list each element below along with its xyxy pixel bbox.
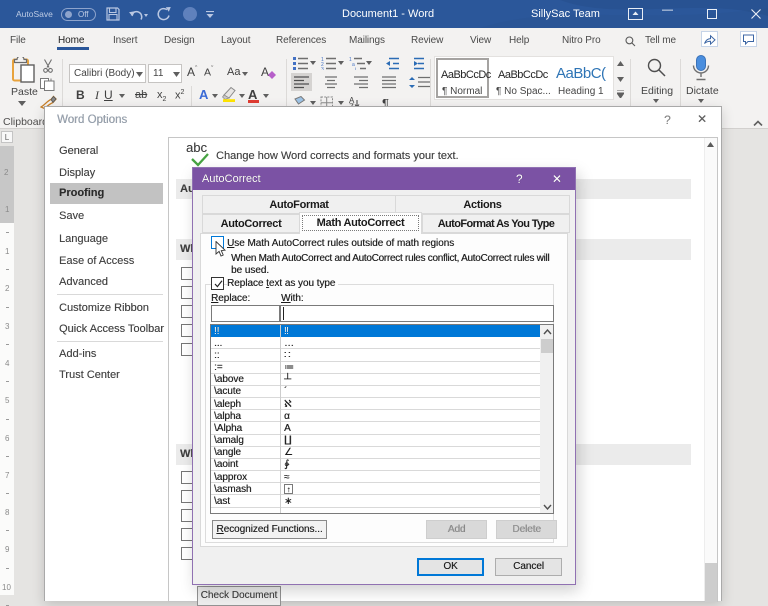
svg-text:i: i	[355, 67, 356, 70]
svg-text:3: 3	[321, 67, 324, 70]
